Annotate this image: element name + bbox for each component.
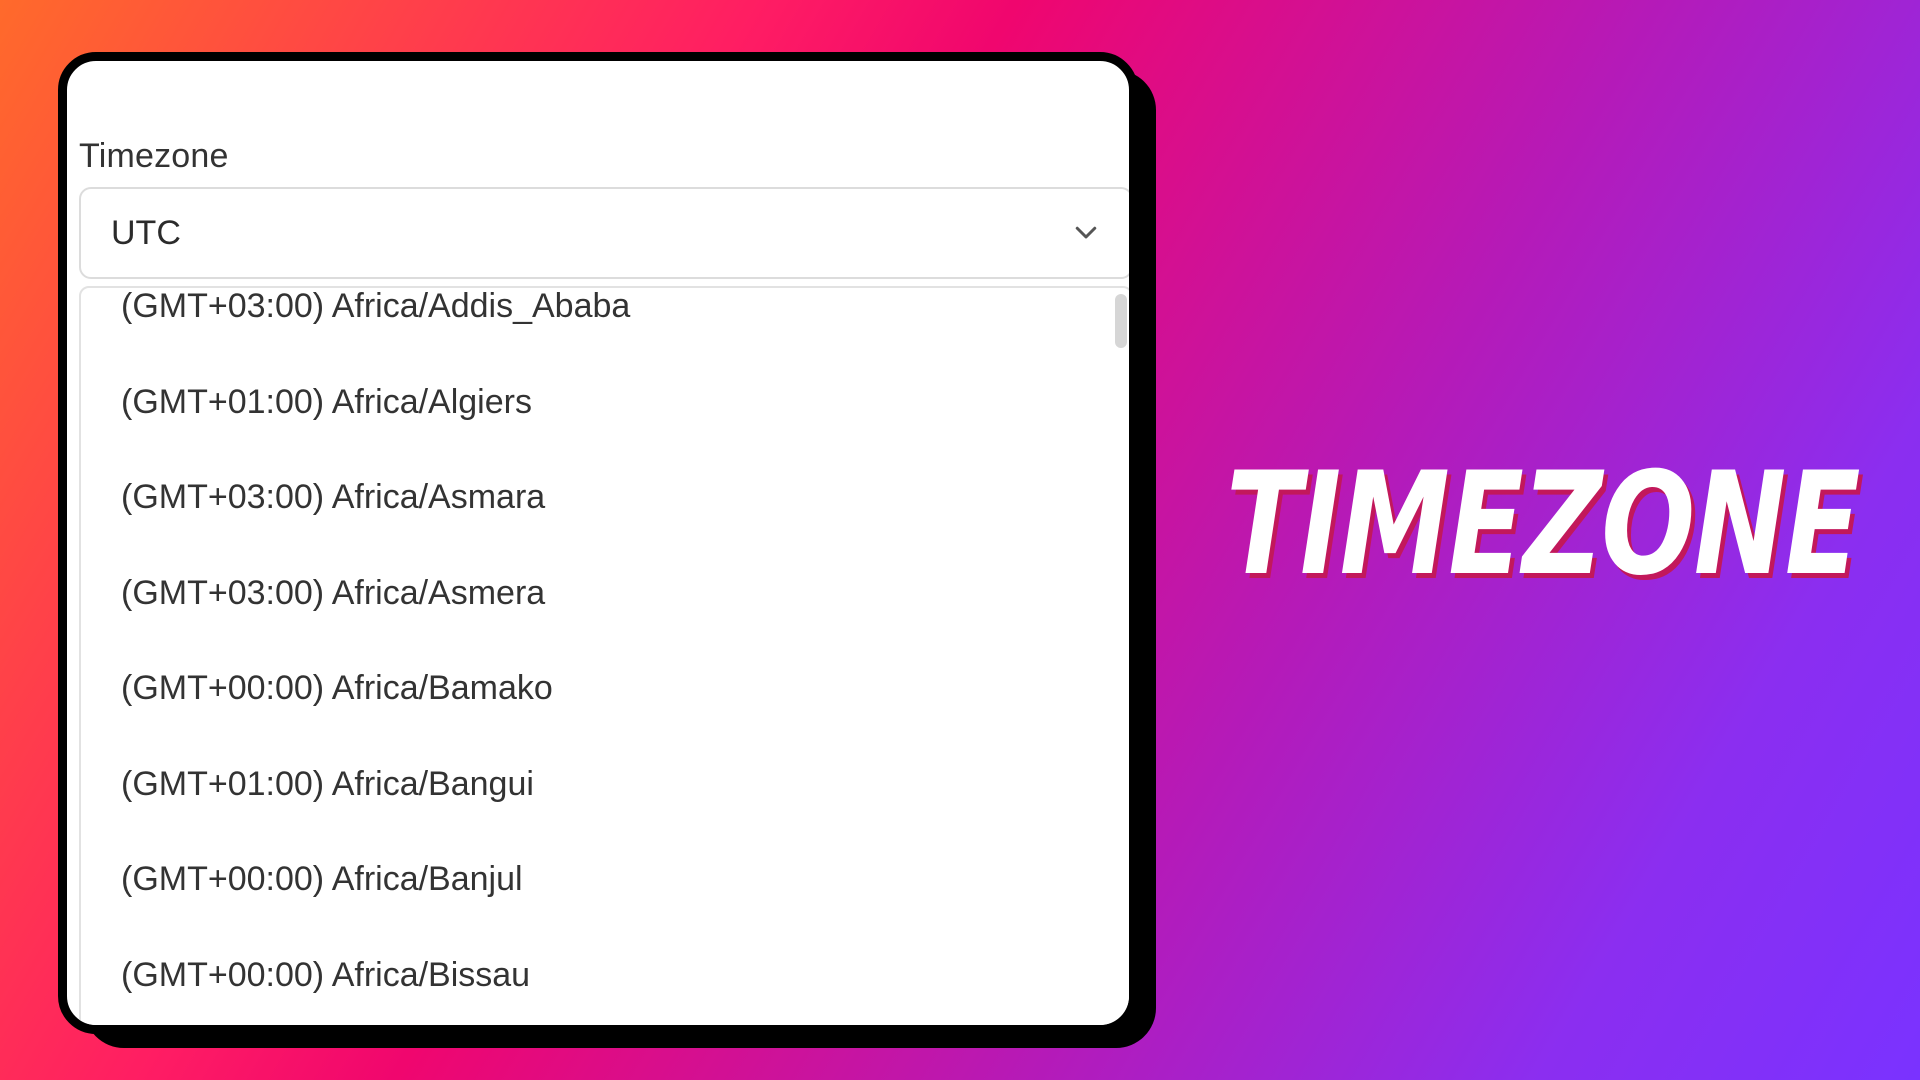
headline-title: TIMEZONE (1226, 442, 1861, 607)
timezone-card: Timezone UTC (GMT+03:00) Africa/Addis_Ab… (58, 52, 1138, 1034)
timezone-option[interactable]: (GMT+01:00) Africa/Algiers (81, 374, 1111, 470)
timezone-option[interactable]: (GMT+03:00) Africa/Asmara (81, 469, 1111, 565)
timezone-options: (GMT+03:00) Africa/Addis_Ababa (GMT+01:0… (81, 288, 1111, 1026)
chevron-down-icon (1075, 226, 1097, 239)
timezone-option[interactable]: (GMT+00:00) Africa/Bissau (81, 947, 1111, 1026)
timezone-selected-value: UTC (111, 214, 181, 252)
timezone-select[interactable]: UTC (79, 187, 1129, 279)
timezone-option[interactable]: (GMT+00:00) Africa/Bamako (81, 660, 1111, 756)
timezone-dropdown-list[interactable]: (GMT+03:00) Africa/Addis_Ababa (GMT+01:0… (79, 286, 1129, 1026)
dropdown-scrollbar[interactable] (1115, 294, 1127, 348)
timezone-label: Timezone (79, 137, 229, 175)
timezone-option[interactable]: (GMT+01:00) Africa/Bangui (81, 756, 1111, 852)
timezone-option[interactable]: (GMT+00:00) Africa/Banjul (81, 851, 1111, 947)
timezone-option[interactable]: (GMT+03:00) Africa/Asmera (81, 565, 1111, 661)
timezone-option[interactable]: (GMT+03:00) Africa/Addis_Ababa (81, 288, 1111, 374)
